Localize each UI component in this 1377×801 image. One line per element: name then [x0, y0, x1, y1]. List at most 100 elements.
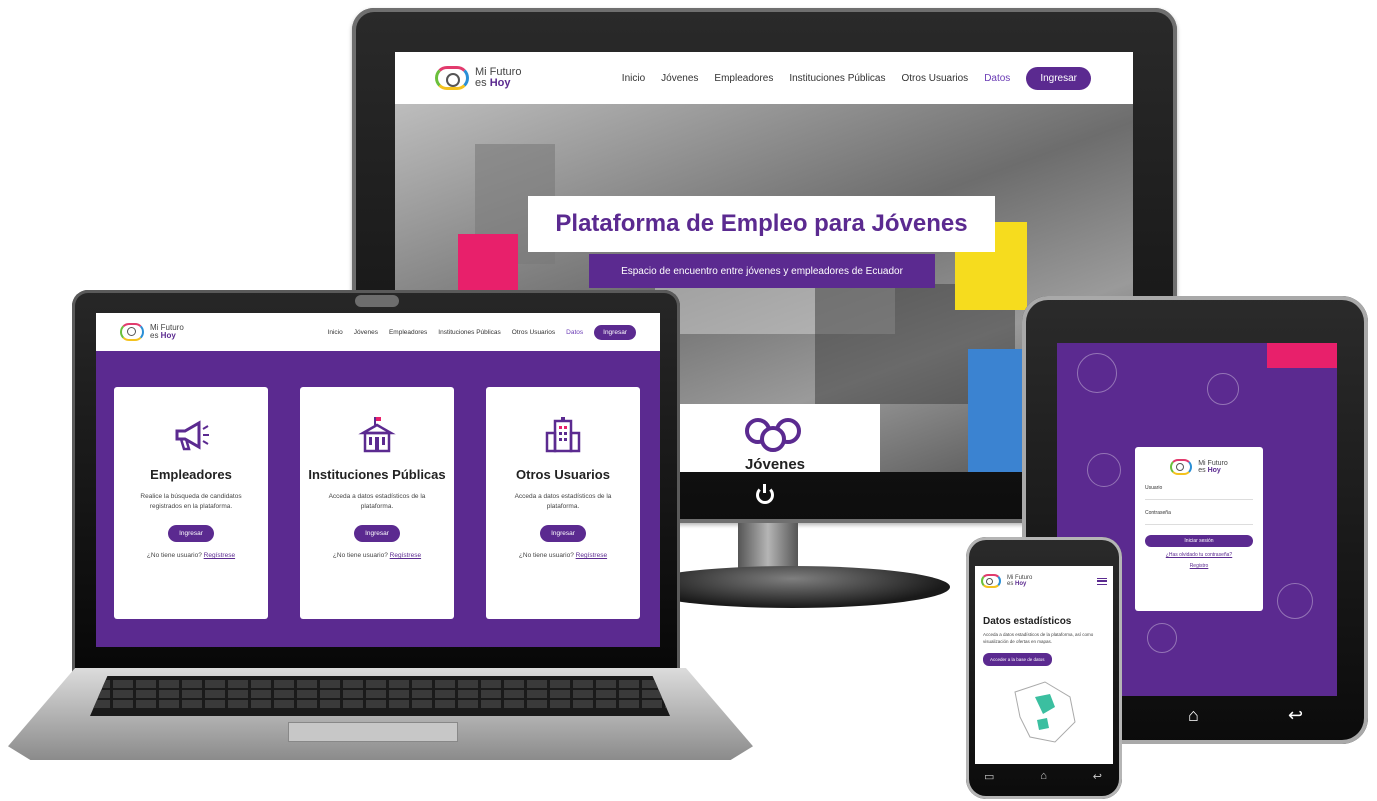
- institution-building-icon: [357, 415, 397, 455]
- brand-logo: Mi Futuro es Hoy: [1145, 459, 1253, 475]
- phone-title: Datos estadísticos: [983, 616, 1072, 627]
- brand-logo[interactable]: Mi Futuro es Hoy: [981, 574, 1032, 588]
- password-field[interactable]: Contraseña: [1145, 510, 1253, 525]
- doodle-icon: [1147, 623, 1177, 653]
- key-row: [90, 690, 670, 698]
- card-register: ¿No tiene usuario? Regístrese: [114, 552, 268, 559]
- card-desc: Acceda a datos estadísticos de la plataf…: [514, 493, 612, 510]
- nav-empleadores[interactable]: Empleadores: [714, 73, 773, 84]
- megaphone-icon: [171, 415, 211, 455]
- card-ingresar-button[interactable]: Ingresar: [540, 525, 586, 542]
- username-field[interactable]: Usuario: [1145, 485, 1253, 500]
- nav-inicio[interactable]: Inicio: [622, 73, 645, 84]
- card-register: ¿No tiene usuario? Regístrese: [300, 552, 454, 559]
- register-link[interactable]: Regístrese: [204, 552, 235, 559]
- card-instituciones: Instituciones Públicas Acceda a datos es…: [300, 387, 454, 619]
- home-icon[interactable]: ⌂: [1040, 770, 1047, 783]
- nav-links: Inicio Jóvenes Empleadores Instituciones…: [328, 324, 636, 340]
- brand-logo[interactable]: Mi Futuro es Hoy: [435, 66, 521, 90]
- register-text: ¿No tiene usuario?: [518, 552, 574, 559]
- nav-datos[interactable]: Datos: [984, 73, 1010, 84]
- brand-text: Mi Futuro es Hoy: [1198, 460, 1228, 474]
- card-ingresar-button[interactable]: Ingresar: [354, 525, 400, 542]
- nav-empleadores[interactable]: Empleadores: [389, 329, 427, 336]
- doodle-icon: [1277, 583, 1313, 619]
- key-row: [90, 700, 670, 708]
- recent-apps-icon[interactable]: ▭: [984, 770, 994, 783]
- doodle-icon: [1087, 453, 1121, 487]
- phone-desc: Acceda a datos estadísticos de la plataf…: [983, 632, 1094, 644]
- decor-pink-square: [458, 234, 518, 294]
- nav-datos[interactable]: Datos: [566, 329, 583, 336]
- brand-text: Mi Futuro es Hoy: [150, 324, 184, 340]
- doodle-icon: [1207, 373, 1239, 405]
- brand-line2-bold: Hoy: [489, 77, 511, 89]
- phone-navbar: Mi Futuro es Hoy: [975, 566, 1113, 596]
- brand-line2-prefix: es: [1007, 581, 1016, 587]
- hero-subtitle: Espacio de encuentro entre jóvenes y emp…: [589, 254, 935, 288]
- nav-otros-usuarios[interactable]: Otros Usuarios: [512, 329, 555, 336]
- nav-inicio[interactable]: Inicio: [328, 329, 343, 336]
- card-title: Otros Usuarios: [516, 467, 610, 482]
- nav-jovenes[interactable]: Jóvenes: [661, 73, 698, 84]
- cloud-logo-icon: [120, 323, 144, 341]
- login-button[interactable]: Iniciar sesión: [1145, 535, 1253, 547]
- trackpad[interactable]: [288, 722, 458, 742]
- register-link[interactable]: Regístrese: [390, 552, 421, 559]
- nav-jovenes[interactable]: Jóvenes: [354, 329, 378, 336]
- people-group-icon: [745, 414, 805, 460]
- login-card: Mi Futuro es Hoy Usuario Contraseña Inic…: [1135, 447, 1263, 611]
- cloud-logo-icon: [981, 574, 1001, 588]
- decor-pink-bar: [1267, 343, 1337, 368]
- nav-otros-usuarios[interactable]: Otros Usuarios: [902, 73, 969, 84]
- forgot-password-link[interactable]: ¿Has olvidado tu contraseña?: [1145, 552, 1253, 558]
- ecuador-map-icon: [1014, 681, 1076, 743]
- card-register: ¿No tiene usuario? Regístrese: [486, 552, 640, 559]
- phone-screen: Mi Futuro es Hoy Datos estadísticos Acce…: [975, 566, 1113, 764]
- register-text: ¿No tiene usuario?: [332, 552, 388, 559]
- card-desc: Realice la búsqueda de candidatos regist…: [140, 493, 242, 510]
- ingresar-button[interactable]: Ingresar: [1026, 66, 1091, 90]
- nav-links: Inicio Jóvenes Empleadores Instituciones…: [622, 66, 1091, 90]
- card-ingresar-button[interactable]: Ingresar: [168, 525, 214, 542]
- back-icon[interactable]: ↩: [1093, 770, 1102, 783]
- access-database-button[interactable]: Acceder a la base de datos: [983, 653, 1052, 666]
- decor-blue-square: [968, 349, 1028, 472]
- ingresar-button[interactable]: Ingresar: [594, 324, 636, 340]
- brand-text: Mi Futuro es Hoy: [1007, 575, 1032, 587]
- card-title: Instituciones Públicas: [308, 467, 446, 482]
- office-building-icon: [543, 415, 583, 455]
- brand-line2-prefix: es: [150, 331, 161, 340]
- power-icon[interactable]: [756, 484, 774, 504]
- card-empleadores: Empleadores Realice la búsqueda de candi…: [114, 387, 268, 619]
- brand-line2-bold: Hoy: [1015, 581, 1027, 587]
- cloud-logo-icon: [435, 66, 469, 90]
- nav-instituciones[interactable]: Instituciones Públicas: [789, 73, 885, 84]
- monitor-navbar: Mi Futuro es Hoy Inicio Jóvenes Empleado…: [395, 52, 1133, 104]
- laptop-navbar: Mi Futuro es Hoy Inicio Jóvenes Empleado…: [96, 313, 660, 351]
- jovenes-card[interactable]: Jóvenes: [670, 404, 880, 472]
- hero-title: Plataforma de Empleo para Jóvenes: [528, 196, 995, 252]
- card-title: Empleadores: [150, 467, 232, 482]
- laptop-keyboard: [90, 676, 670, 716]
- hamburger-menu-icon[interactable]: [1097, 577, 1107, 585]
- brand-line2-prefix: es: [1198, 467, 1208, 474]
- laptop-screen: Mi Futuro es Hoy Inicio Jóvenes Empleado…: [96, 313, 660, 647]
- register-text: ¿No tiene usuario?: [146, 552, 202, 559]
- back-icon[interactable]: ↩: [1288, 705, 1303, 726]
- brand-line2-prefix: es: [475, 77, 490, 89]
- card-desc: Acceda a datos estadísticos de la plataf…: [328, 493, 426, 510]
- home-icon[interactable]: ⌂: [1188, 705, 1199, 726]
- brand-line2-bold: Hoy: [160, 331, 176, 340]
- cloud-logo-icon: [1170, 459, 1193, 475]
- register-link[interactable]: Registro: [1145, 563, 1253, 569]
- brand-line2-bold: Hoy: [1207, 467, 1221, 474]
- brand-logo[interactable]: Mi Futuro es Hoy: [120, 323, 184, 341]
- monitor-stand-base: [635, 566, 950, 608]
- webcam: [355, 295, 399, 307]
- card-otros-usuarios: Otros Usuarios Acceda a datos estadístic…: [486, 387, 640, 619]
- brand-text: Mi Futuro es Hoy: [475, 67, 521, 89]
- key-row: [90, 680, 670, 688]
- register-link[interactable]: Regístrese: [576, 552, 607, 559]
- nav-instituciones[interactable]: Instituciones Públicas: [438, 329, 501, 336]
